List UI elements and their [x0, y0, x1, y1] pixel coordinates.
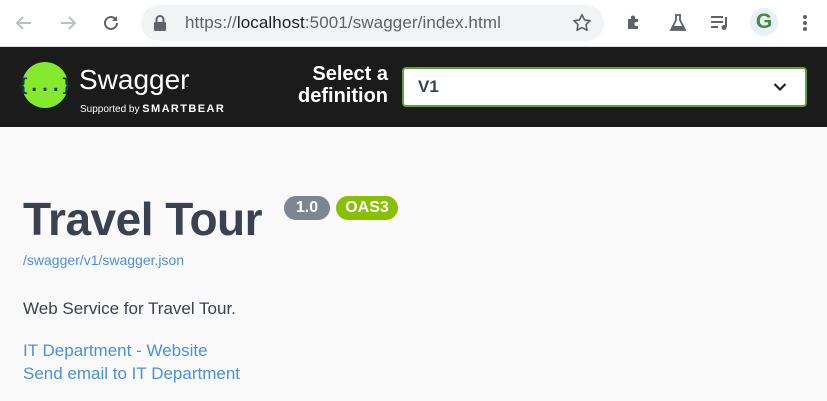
kebab-menu-icon[interactable] — [791, 9, 819, 37]
definition-select-label: Select a definition — [280, 63, 388, 107]
chevron-down-icon — [773, 79, 787, 97]
send-email-link[interactable]: Send email to IT Department — [23, 364, 240, 384]
forward-arrow-icon[interactable] — [54, 9, 82, 37]
oas-badge: OAS3 — [336, 196, 398, 220]
lock-icon[interactable] — [153, 14, 167, 37]
flask-icon[interactable] — [664, 9, 692, 37]
logo-glyph: {...} — [17, 74, 73, 96]
swagger-logo-icon[interactable]: {...} — [18, 62, 72, 108]
profile-avatar[interactable]: G — [750, 8, 778, 36]
api-title: Travel Tour — [23, 193, 263, 245]
sponsor-name: SMARTBEAR — [142, 103, 226, 115]
profile-initial: G — [755, 10, 773, 33]
version-badge: 1.0 — [284, 196, 330, 220]
selected-definition: V1 — [418, 77, 439, 96]
select-label-line-1: Select a — [312, 63, 388, 85]
back-arrow-icon[interactable] — [10, 9, 38, 37]
api-description: Web Service for Travel Tour. — [23, 299, 236, 318]
trademark-mark: . — [186, 80, 189, 89]
swagger-topbar: {...} Swagger . Supported by SMARTBEAR S… — [0, 47, 827, 127]
url-text: https://localhost:5001/swagger/index.htm… — [185, 13, 501, 32]
reload-icon[interactable] — [97, 9, 125, 37]
star-icon[interactable] — [571, 12, 593, 39]
brand-name: Swagger — [79, 64, 190, 95]
supported-by: Supported by SMARTBEAR — [80, 103, 225, 115]
supported-by-label: Supported by — [80, 104, 140, 115]
address-bar[interactable]: https://localhost:5001/swagger/index.htm… — [141, 5, 604, 41]
it-department-website-link[interactable]: IT Department - Website — [23, 341, 208, 361]
select-label-line-2: definition — [298, 85, 388, 107]
browser-toolbar: https://localhost:5001/swagger/index.htm… — [0, 0, 827, 47]
playlist-music-icon[interactable] — [706, 9, 734, 37]
puzzle-extension-icon[interactable] — [620, 9, 648, 37]
swagger-json-link[interactable]: /swagger/v1/swagger.json — [23, 252, 184, 268]
definition-select[interactable]: V1 — [402, 67, 807, 107]
